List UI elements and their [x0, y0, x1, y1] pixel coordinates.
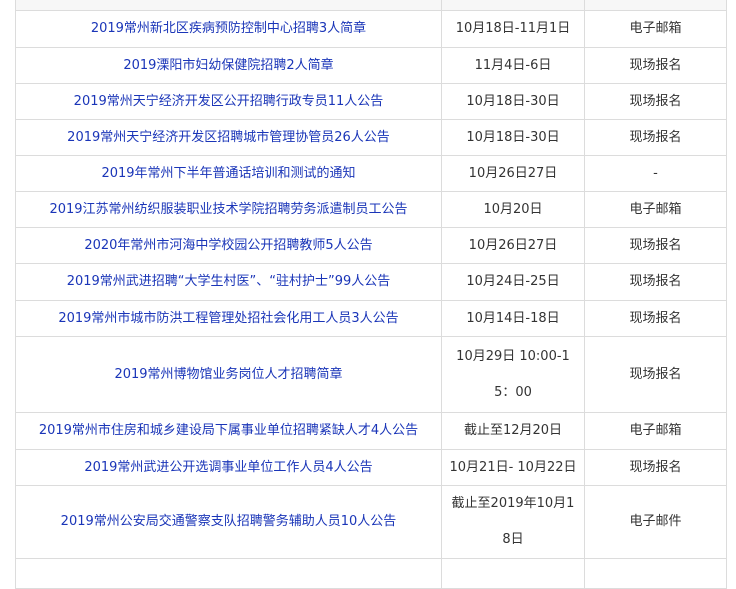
method-cell: - [584, 155, 727, 192]
title-cell [15, 558, 442, 589]
title-cell: 2019常州天宁经济开发区公开招聘行政专员11人公告 [15, 83, 442, 120]
method-cell: 现场报名 [584, 336, 727, 413]
title-link[interactable]: 2019常州武进招聘“大学生村医”、“驻村护士”99人公告 [67, 274, 391, 289]
title-link[interactable]: 2020年常州市河海中学校园公开招聘教师5人公告 [84, 238, 372, 253]
table-row: 2020年常州市河海中学校园公开招聘教师5人公告 10月26日27日 现场报名 [15, 227, 727, 264]
table-row: 2019常州公安局交通警察支队招聘警务辅助人员10人公告 截止至2019年10月… [15, 485, 727, 559]
title-link[interactable]: 2019常州公安局交通警察支队招聘警务辅助人员10人公告 [61, 514, 397, 529]
method-cell [584, 0, 727, 11]
title-cell: 2019常州天宁经济开发区招聘城市管理协管员26人公告 [15, 119, 442, 156]
date-cell: 10月24日-25日 [441, 263, 585, 301]
date-cell [441, 0, 585, 11]
title-link[interactable]: 2019江苏常州纺织服装职业技术学院招聘劳务派遣制员工公告 [49, 202, 407, 217]
method-cell: 电子邮箱 [584, 10, 727, 48]
date-cell: 10月18日-11月1日 [441, 10, 585, 48]
date-cell: 10月20日 [441, 191, 585, 228]
title-cell: 2019常州武进公开选调事业单位工作人员4人公告 [15, 449, 442, 486]
date-cell: 10月18日-30日 [441, 119, 585, 156]
table-row: 2019江苏常州纺织服装职业技术学院招聘劳务派遣制员工公告 10月20日 电子邮… [15, 191, 727, 228]
recruitment-table-container: 2019常州新北区疾病预防控制中心招聘3人简章 10月18日-11月1日 电子邮… [0, 0, 736, 589]
table-row: 2019常州新北区疾病预防控制中心招聘3人简章 10月18日-11月1日 电子邮… [15, 10, 727, 48]
table-row: 2019常州博物馆业务岗位人才招聘简章 10月29日 10:00-15：00 现… [15, 336, 727, 413]
table-row: 2019溧阳市妇幼保健院招聘2人简章 11月4日-6日 现场报名 [15, 47, 727, 84]
method-cell: 现场报名 [584, 300, 727, 337]
date-cell: 截止至2019年10月18日 [441, 485, 585, 559]
title-link[interactable]: 2019溧阳市妇幼保健院招聘2人简章 [123, 58, 333, 73]
date-cell [441, 558, 585, 589]
method-cell: 现场报名 [584, 47, 727, 84]
table-row: 2019年常州下半年普通话培训和测试的通知 10月26日27日 - [15, 155, 727, 192]
recruitment-table: 2019常州新北区疾病预防控制中心招聘3人简章 10月18日-11月1日 电子邮… [15, 0, 727, 589]
method-cell: 电子邮箱 [584, 412, 727, 450]
title-cell: 2019常州市住房和城乡建设局下属事业单位招聘紧缺人才4人公告 [15, 412, 442, 450]
title-link[interactable]: 2019常州市城市防洪工程管理处招社会化用工人员3人公告 [58, 311, 398, 326]
title-cell: 2019常州博物馆业务岗位人才招聘简章 [15, 336, 442, 413]
title-link[interactable]: 2019常州市住房和城乡建设局下属事业单位招聘紧缺人才4人公告 [39, 423, 418, 438]
title-cell: 2019年常州下半年普通话培训和测试的通知 [15, 155, 442, 192]
table-row: 2019常州武进招聘“大学生村医”、“驻村护士”99人公告 10月24日-25日… [15, 263, 727, 301]
title-cell: 2020年常州市河海中学校园公开招聘教师5人公告 [15, 227, 442, 264]
date-cell: 10月26日27日 [441, 155, 585, 192]
method-cell: 现场报名 [584, 119, 727, 156]
date-cell: 截止至12月20日 [441, 412, 585, 450]
title-link[interactable]: 2019常州武进公开选调事业单位工作人员4人公告 [84, 460, 372, 475]
title-cell: 2019常州武进招聘“大学生村医”、“驻村护士”99人公告 [15, 263, 442, 301]
title-cell [15, 0, 442, 11]
table-row: 2019常州武进公开选调事业单位工作人员4人公告 10月21日- 10月22日 … [15, 449, 727, 486]
table-row: 2019常州天宁经济开发区公开招聘行政专员11人公告 10月18日-30日 现场… [15, 83, 727, 120]
date-cell: 10月14日-18日 [441, 300, 585, 337]
title-link[interactable]: 2019常州天宁经济开发区招聘城市管理协管员26人公告 [67, 130, 390, 145]
method-cell: 现场报名 [584, 83, 727, 120]
title-cell: 2019常州新北区疾病预防控制中心招聘3人简章 [15, 10, 442, 48]
table-row: 2019常州市住房和城乡建设局下属事业单位招聘紧缺人才4人公告 截止至12月20… [15, 412, 727, 450]
method-cell: 现场报名 [584, 227, 727, 264]
title-link[interactable]: 2019常州博物馆业务岗位人才招聘简章 [114, 367, 342, 382]
title-link[interactable]: 2019常州天宁经济开发区公开招聘行政专员11人公告 [74, 94, 384, 109]
table-row [15, 558, 727, 589]
date-cell: 10月26日27日 [441, 227, 585, 264]
table-row: 2019常州市城市防洪工程管理处招社会化用工人员3人公告 10月14日-18日 … [15, 300, 727, 337]
date-cell: 10月29日 10:00-15：00 [441, 336, 585, 413]
method-cell: 电子邮件 [584, 485, 727, 559]
title-link[interactable]: 2019常州新北区疾病预防控制中心招聘3人简章 [91, 21, 366, 36]
title-cell: 2019常州公安局交通警察支队招聘警务辅助人员10人公告 [15, 485, 442, 559]
date-cell: 11月4日-6日 [441, 47, 585, 84]
method-cell: 现场报名 [584, 449, 727, 486]
title-cell: 2019溧阳市妇幼保健院招聘2人简章 [15, 47, 442, 84]
date-cell: 10月18日-30日 [441, 83, 585, 120]
title-cell: 2019常州市城市防洪工程管理处招社会化用工人员3人公告 [15, 300, 442, 337]
date-cell: 10月21日- 10月22日 [441, 449, 585, 486]
table-row [15, 0, 727, 11]
table-row: 2019常州天宁经济开发区招聘城市管理协管员26人公告 10月18日-30日 现… [15, 119, 727, 156]
method-cell: 现场报名 [584, 263, 727, 301]
title-link[interactable]: 2019年常州下半年普通话培训和测试的通知 [101, 166, 355, 181]
method-cell: 电子邮箱 [584, 191, 727, 228]
method-cell [584, 558, 727, 589]
title-cell: 2019江苏常州纺织服装职业技术学院招聘劳务派遣制员工公告 [15, 191, 442, 228]
